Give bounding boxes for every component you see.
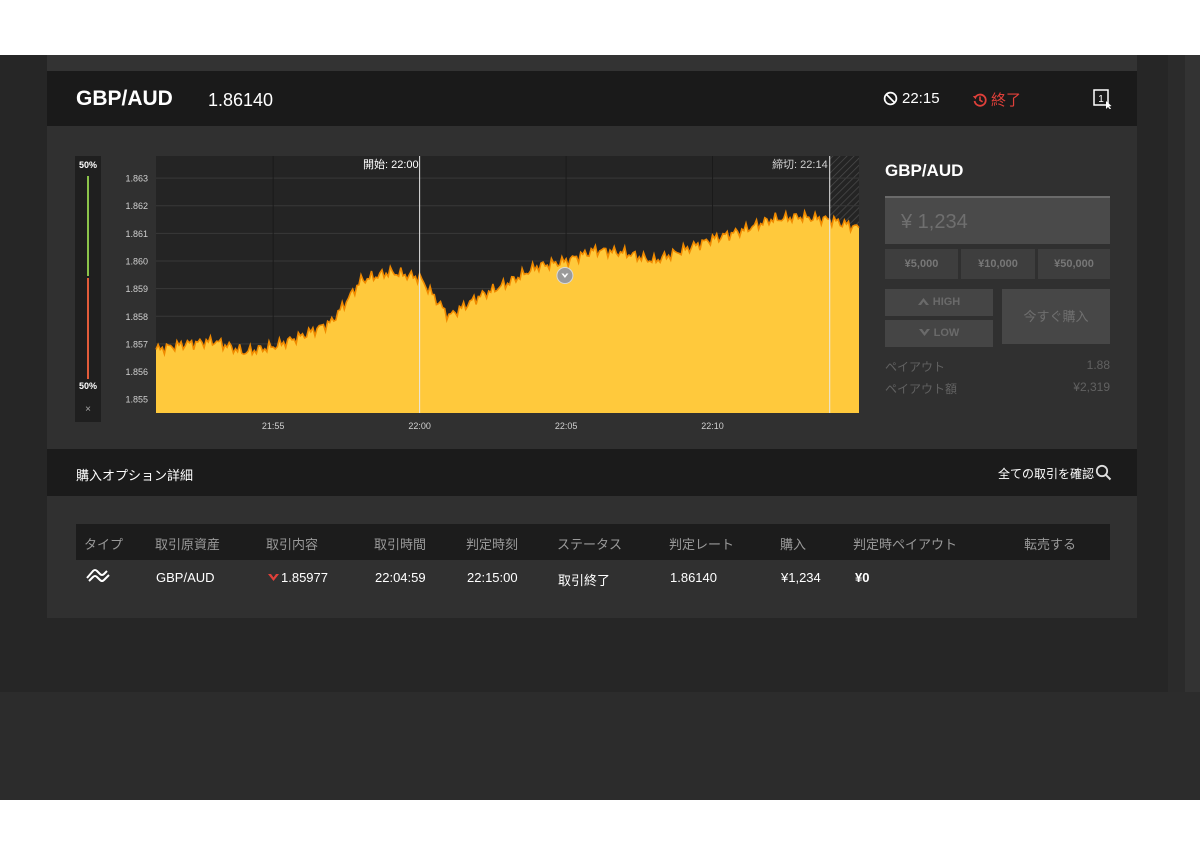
payout-amount-value: ¥2,319 [1073, 380, 1110, 394]
payout-value: 1.88 [1086, 358, 1110, 372]
row-direction: 1.85977 [268, 570, 328, 585]
y-tick-label: 1.856 [125, 367, 148, 377]
row-trade-time: 22:04:59 [375, 570, 426, 585]
expiry-time-text: 22:15 [902, 90, 940, 107]
asset-pair: GBP/AUD [76, 87, 173, 110]
y-tick-label: 1.859 [125, 284, 148, 294]
high-label: HIGH [932, 296, 961, 308]
y-tick-label: 1.862 [125, 201, 148, 211]
row-asset: GBP/AUD [156, 570, 215, 585]
y-tick-label: 1.857 [125, 339, 148, 349]
row-judge-rate: 1.86140 [670, 570, 717, 585]
low-sentiment-bar [87, 278, 89, 379]
col-resell: 転売する [1024, 537, 1077, 552]
svg-text:1: 1 [1098, 94, 1104, 105]
history-icon [972, 93, 987, 107]
view-all-trades-link[interactable]: 全ての取引を確認 [998, 465, 1094, 482]
quick-amount-50000[interactable]: ¥50,000 [1038, 249, 1110, 279]
details-title: 購入オプション詳細 [76, 468, 194, 483]
up-arrow-icon [917, 298, 929, 305]
row-status: 取引終了 [558, 573, 611, 588]
x-tick-label: 22:10 [701, 421, 724, 431]
low-percentage: 50% [78, 381, 97, 391]
high-button[interactable]: HIGH [885, 289, 993, 316]
amount-input[interactable]: ¥ 1,234 [885, 196, 1110, 244]
payout-label: ペイアウト [885, 360, 946, 374]
search-icon[interactable] [1095, 464, 1112, 481]
price-chart[interactable]: 1.863 1.862 1.861 1.860 1.859 1.858 1.857 1.856… [110, 150, 862, 435]
row-judge-time: 22:15:00 [467, 570, 518, 585]
y-tick-label: 1.860 [125, 257, 148, 267]
expiry-time: 22:15 [883, 90, 940, 107]
low-label: LOW [933, 327, 960, 339]
trades-table-header: タイプ 取引原資産 取引内容 取引時間 判定時刻 ステータス 判定レート 購入 … [76, 524, 1110, 560]
deadline-label: 締切: 22:14 [772, 157, 828, 171]
close-gauge-button[interactable]: × [75, 404, 101, 415]
scrollbar[interactable] [1168, 55, 1185, 692]
high-sentiment-bar [87, 176, 89, 276]
x-tick-label: 22:00 [408, 421, 431, 431]
amount-value: ¥ 1,234 [901, 211, 968, 233]
col-content: 取引内容 [266, 537, 319, 552]
y-tick-label: 1.858 [125, 312, 148, 322]
y-tick-label: 1.861 [125, 229, 148, 239]
col-judge-time: 判定時刻 [466, 537, 519, 552]
payout-amount-label: ペイアウト額 [885, 382, 958, 396]
quick-amount-10000[interactable]: ¥10,000 [961, 249, 1035, 279]
row-purchase: ¥1,234 [781, 570, 821, 585]
quick-amount-5000[interactable]: ¥5,000 [885, 249, 958, 279]
row-payout: ¥0 [855, 570, 870, 585]
col-purchase: 購入 [780, 537, 807, 552]
page-footer-area [0, 692, 1200, 800]
col-type: タイプ [84, 537, 124, 552]
status-ended: 終了 [972, 89, 1021, 110]
col-status: ステータス [557, 537, 623, 552]
trade-header: GBP/AUD 1.86140 22:15 終了 1 [47, 71, 1137, 126]
sentiment-gauge: 50% 50% × [75, 156, 101, 422]
down-arrow-icon [918, 329, 930, 336]
low-arrow-icon [268, 574, 279, 581]
trade-type-icon [86, 569, 110, 582]
col-asset: 取引原資産 [155, 537, 221, 552]
no-entry-icon [883, 91, 898, 106]
low-button[interactable]: LOW [885, 320, 993, 347]
status-ended-text: 終了 [991, 92, 1022, 109]
col-trade-time: 取引時間 [374, 537, 427, 552]
side-asset-title: GBP/AUD [885, 161, 964, 180]
high-percentage: 50% [78, 160, 97, 170]
row-direction-rate: 1.85977 [281, 570, 328, 585]
x-tick-label: 22:05 [555, 421, 578, 431]
col-payout: 判定時ペイアウト [853, 537, 958, 552]
buy-now-button[interactable]: 今すぐ購入 [1002, 289, 1110, 344]
col-judge-rate: 判定レート [669, 537, 735, 552]
start-label: 開始: 22:00 [363, 157, 419, 171]
purchase-details-bar: 購入オプション詳細 全ての取引を確認 [47, 449, 1137, 496]
y-tick-label: 1.855 [125, 395, 148, 405]
y-tick-label: 1.863 [125, 174, 148, 184]
x-tick-label: 21:55 [262, 421, 285, 431]
single-window-icon[interactable]: 1 [1093, 89, 1113, 109]
panel-top-strip [47, 55, 1137, 71]
current-rate: 1.86140 [208, 90, 274, 110]
